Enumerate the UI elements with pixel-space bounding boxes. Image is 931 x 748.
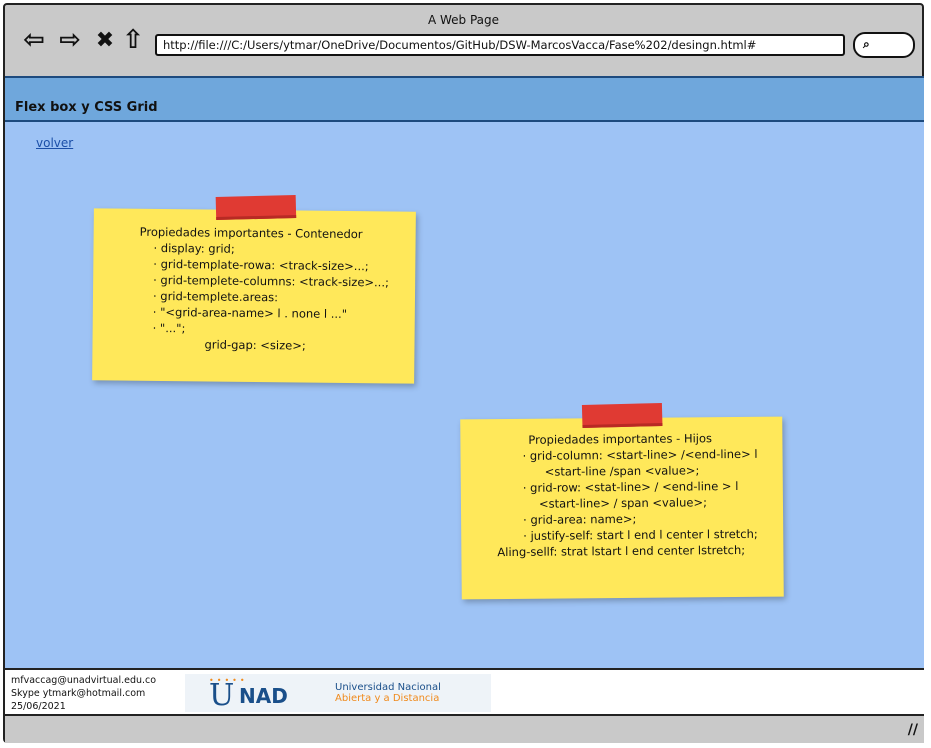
note-line: · grid-column: <start-line> /<end-line> … xyxy=(522,446,758,463)
forward-arrow-icon[interactable]: ⇨ xyxy=(54,24,86,56)
tape xyxy=(215,195,297,220)
logo-line1: Universidad Nacional xyxy=(335,682,441,693)
page-title: Flex box y CSS Grid xyxy=(15,100,158,115)
tape xyxy=(581,402,663,429)
contact-skype: Skype ytmark@hotmail.com xyxy=(11,688,146,699)
note-line: · grid-templete.areas: xyxy=(152,288,279,305)
status-bar: // xyxy=(5,716,924,743)
home-icon[interactable]: ⇧ xyxy=(117,24,149,56)
page-content: volver Propiedades importantes - Contene… xyxy=(5,122,924,668)
note-line: · grid-area: name>; xyxy=(523,511,637,527)
logo-nad: NAD xyxy=(239,684,288,708)
back-link[interactable]: volver xyxy=(36,136,73,150)
logo-line2: Abierta y a Distancia xyxy=(335,693,440,704)
back-arrow-icon[interactable]: ⇦ xyxy=(18,24,50,56)
note-line: · grid-row: <stat-line> / <end-line > l xyxy=(522,478,739,495)
search-icon: ⌕ xyxy=(863,37,870,51)
note-line: <start-line> / span <value>; xyxy=(538,495,708,511)
url-bar[interactable]: http://file:///C:/Users/ytmar/OneDrive/D… xyxy=(155,34,845,56)
note-line: · "..."; xyxy=(152,320,186,336)
resize-handle-icon[interactable]: // xyxy=(908,722,918,738)
contact-email: mfvaccag@unadvirtual.edu.co xyxy=(11,675,157,686)
note-line: <start-line /span <value>; xyxy=(544,463,700,479)
note-line: grid-gap: <size>; xyxy=(204,337,306,353)
note-line: · grid-template-rowa: <track-size>...; xyxy=(153,256,369,274)
note-line: Aling-sellf: strat lstart l end center l… xyxy=(497,542,746,560)
note-line: · grid-templete-columns: <track-size>...… xyxy=(153,272,389,290)
note-line: · "<grid-area-name> l . none l ..." xyxy=(152,304,348,321)
note-line: · display: grid; xyxy=(153,240,235,256)
unad-logo: ••••• U NAD Universidad Nacional Abierta… xyxy=(185,674,491,713)
logo-u: U xyxy=(209,678,235,713)
note-title: Propiedades importantes - Hijos xyxy=(528,431,713,447)
note-title: Propiedades importantes - Contenedor xyxy=(139,224,363,242)
sticky-note-container: Propiedades importantes - Contenedor · d… xyxy=(92,195,416,384)
sticky-note-children: Propiedades importantes - Hijos · grid-c… xyxy=(460,402,784,600)
note-line: · justify-self: start l end l center l s… xyxy=(523,526,758,543)
page-header: Flex box y CSS Grid xyxy=(5,76,924,122)
footer-date: 25/06/2021 xyxy=(11,701,66,712)
search-box[interactable]: ⌕ xyxy=(853,32,915,58)
page-footer: mfvaccag@unadvirtual.edu.co Skype ytmark… xyxy=(5,668,924,716)
